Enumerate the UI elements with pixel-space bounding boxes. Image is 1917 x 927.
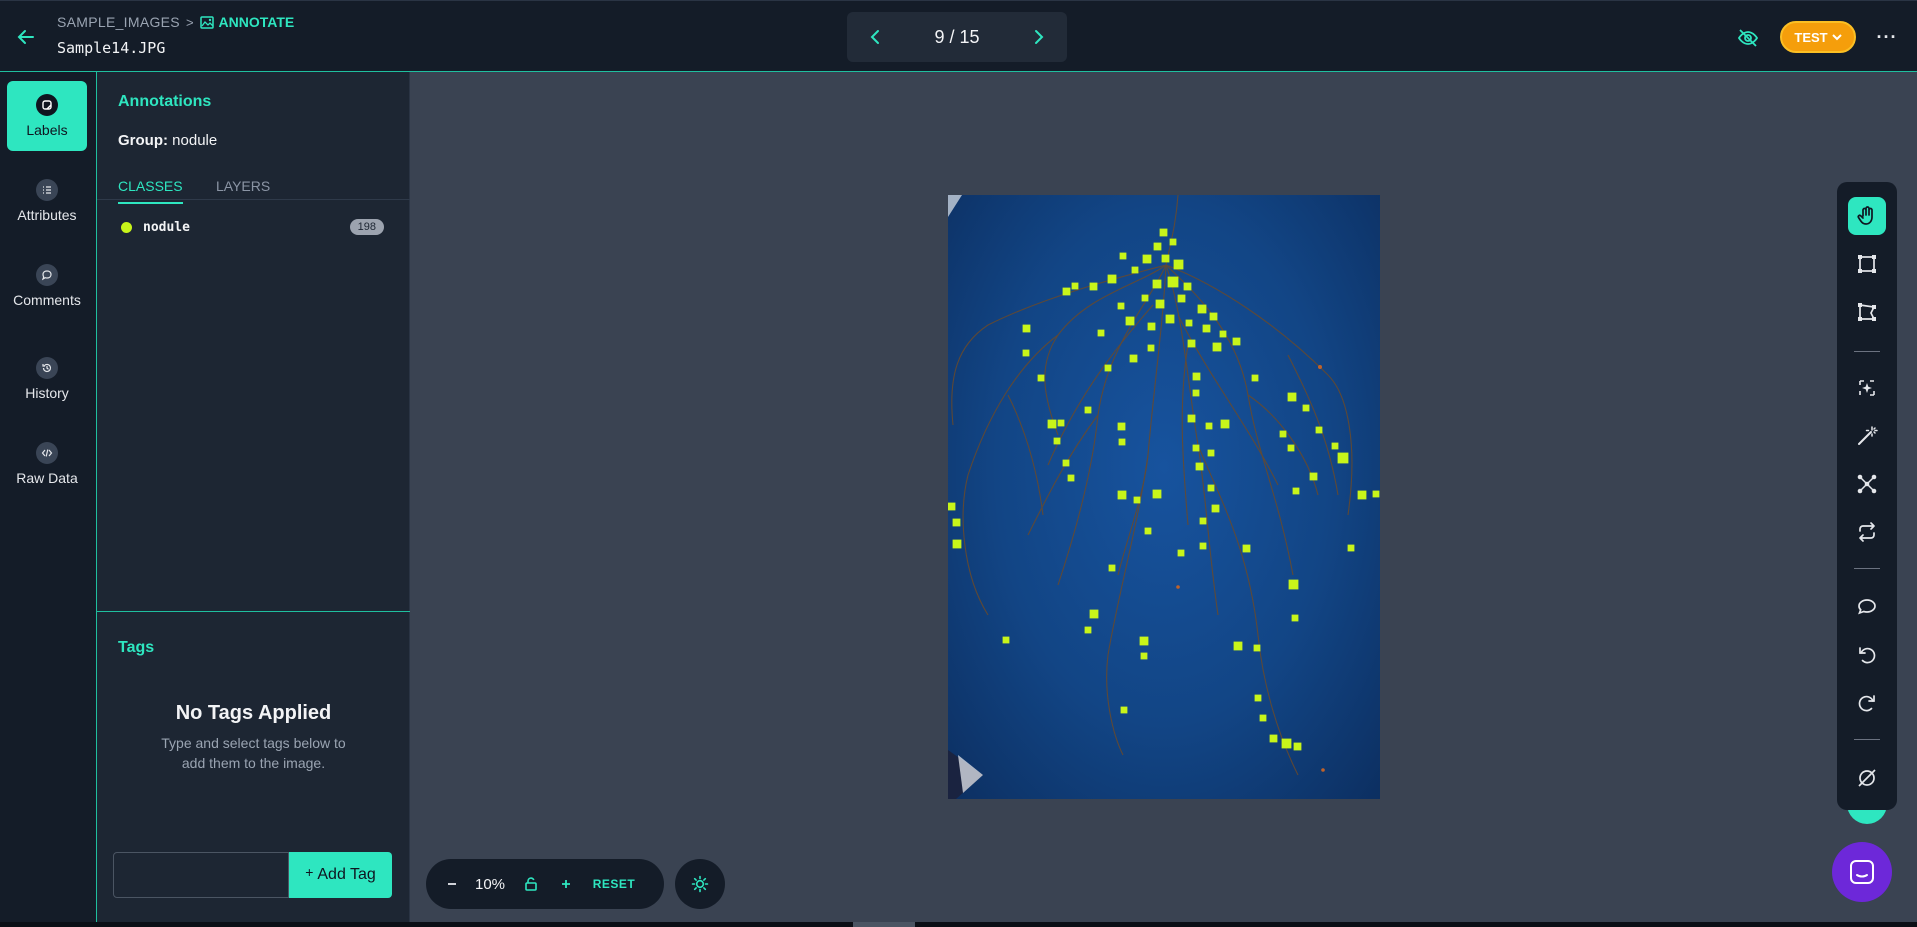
tab-layers[interactable]: LAYERS xyxy=(216,178,270,202)
group-info: Group: nodule xyxy=(118,132,217,149)
zoom-level: 10% xyxy=(474,875,506,893)
breadcrumb-separator: > xyxy=(185,14,194,30)
plus-icon xyxy=(562,880,570,888)
zoom-in-button[interactable] xyxy=(550,867,582,901)
no-tags-hint-line: Type and select tags below to xyxy=(161,735,346,751)
panel-title: Annotations xyxy=(118,93,212,110)
more-options-icon[interactable]: ··· xyxy=(1874,25,1900,49)
no-tags-title: No Tags Applied xyxy=(175,702,332,724)
horizontal-scrollbar[interactable] xyxy=(0,922,1917,927)
null-icon[interactable] xyxy=(1848,759,1886,797)
toolbar-divider xyxy=(1854,739,1880,740)
convert-icon[interactable] xyxy=(1848,513,1886,551)
tags-section: Tags No Tags Applied Type and select tag… xyxy=(97,611,410,927)
previous-image-button[interactable] xyxy=(865,27,885,47)
sun-icon xyxy=(691,875,709,893)
undo-icon[interactable] xyxy=(1848,636,1886,674)
tool-palette xyxy=(1837,182,1897,810)
next-image-button[interactable] xyxy=(1029,27,1049,47)
no-tags-hint-line: add them to the image. xyxy=(181,755,326,771)
panel-tabs: CLASSES LAYERS xyxy=(97,168,410,204)
image-pager: 9 / 15 xyxy=(847,12,1067,62)
support-chat-button[interactable] xyxy=(1832,842,1892,902)
zoom-out-button[interactable] xyxy=(436,867,468,901)
no-tags-hint: Type and select tags below to add them t… xyxy=(97,733,410,773)
breadcrumb-current-label: ANNOTATE xyxy=(218,14,295,30)
no-tags-message: No Tags Applied Type and select tags bel… xyxy=(97,702,410,773)
toolbar-divider xyxy=(1854,568,1880,569)
add-tag-label: Add Tag xyxy=(317,866,376,883)
history-icon xyxy=(36,357,58,379)
left-rail: Labels Attributes Comments History Raw D… xyxy=(0,72,97,927)
root-image-illustration xyxy=(948,195,1380,799)
comment-icon[interactable] xyxy=(1848,588,1886,626)
label-icon xyxy=(36,94,58,116)
back-arrow-icon[interactable] xyxy=(14,25,38,49)
group-value: nodule xyxy=(172,132,218,149)
add-tag-button[interactable]: + Add Tag xyxy=(289,852,392,898)
annotation-canvas[interactable] xyxy=(410,72,1917,922)
toolbar-divider xyxy=(1854,351,1880,352)
zoom-controls: 10% RESET xyxy=(426,859,664,909)
rail-item-label: Attributes xyxy=(17,207,77,223)
magic-wand-icon[interactable] xyxy=(1848,417,1886,455)
eye-off-icon[interactable] xyxy=(1737,27,1759,49)
class-item-nodule[interactable]: nodule 198 xyxy=(118,216,384,238)
reset-zoom-button[interactable]: RESET xyxy=(582,867,646,901)
keypoint-icon[interactable] xyxy=(1848,465,1886,503)
image-counter: 9 / 15 xyxy=(934,26,980,47)
rail-item-history[interactable]: History xyxy=(7,344,87,414)
scrollbar-thumb[interactable] xyxy=(853,922,915,927)
file-name: Sample14.JPG xyxy=(57,39,166,57)
brightness-button[interactable] xyxy=(675,859,725,909)
chevron-right-icon xyxy=(1034,30,1044,44)
list-icon xyxy=(36,179,58,201)
annotated-image[interactable] xyxy=(948,195,1380,799)
tab-classes[interactable]: CLASSES xyxy=(118,178,183,204)
rail-item-label: Labels xyxy=(26,122,68,138)
rail-item-label: History xyxy=(25,385,69,401)
class-count-badge: 198 xyxy=(349,219,384,235)
mode-dropdown-label: TEST xyxy=(1794,29,1828,45)
rail-item-comments[interactable]: Comments xyxy=(7,251,87,321)
tags-title: Tags xyxy=(118,639,155,656)
unlock-icon xyxy=(525,877,537,891)
smart-select-icon[interactable] xyxy=(1848,369,1886,407)
breadcrumb-current: ANNOTATE xyxy=(199,14,295,30)
comment-icon xyxy=(36,264,58,286)
breadcrumb: SAMPLE_IMAGES > ANNOTATE xyxy=(57,14,294,30)
rail-item-raw-data[interactable]: Raw Data xyxy=(7,429,87,499)
rail-item-label: Raw Data xyxy=(16,470,78,486)
class-name: nodule xyxy=(143,219,190,235)
mode-dropdown-button[interactable]: TEST xyxy=(1780,21,1856,53)
rail-item-labels[interactable]: Labels xyxy=(7,81,87,151)
polygon-icon[interactable] xyxy=(1848,293,1886,331)
chat-icon xyxy=(1850,860,1874,884)
lock-zoom-button[interactable] xyxy=(512,867,550,901)
redo-icon[interactable] xyxy=(1848,684,1886,722)
bounding-box-icon[interactable] xyxy=(1848,245,1886,283)
image-icon xyxy=(199,15,214,29)
minus-icon xyxy=(448,883,456,885)
group-label: Group: xyxy=(118,132,168,149)
chevron-down-icon xyxy=(1831,34,1842,41)
rail-item-attributes[interactable]: Attributes xyxy=(7,166,87,236)
code-icon xyxy=(36,442,58,464)
pan-hand-icon[interactable] xyxy=(1848,197,1886,235)
plus-icon: + xyxy=(305,864,314,880)
rail-item-label: Comments xyxy=(13,292,81,308)
chevron-left-icon xyxy=(870,30,879,44)
tag-input[interactable] xyxy=(113,852,289,898)
top-bar: SAMPLE_IMAGES > ANNOTATE Sample14.JPG 9 … xyxy=(0,0,1917,72)
breadcrumb-root[interactable]: SAMPLE_IMAGES xyxy=(57,14,180,30)
annotations-panel: Annotations Group: nodule CLASSES LAYERS… xyxy=(97,72,410,927)
class-color-swatch xyxy=(121,221,132,233)
